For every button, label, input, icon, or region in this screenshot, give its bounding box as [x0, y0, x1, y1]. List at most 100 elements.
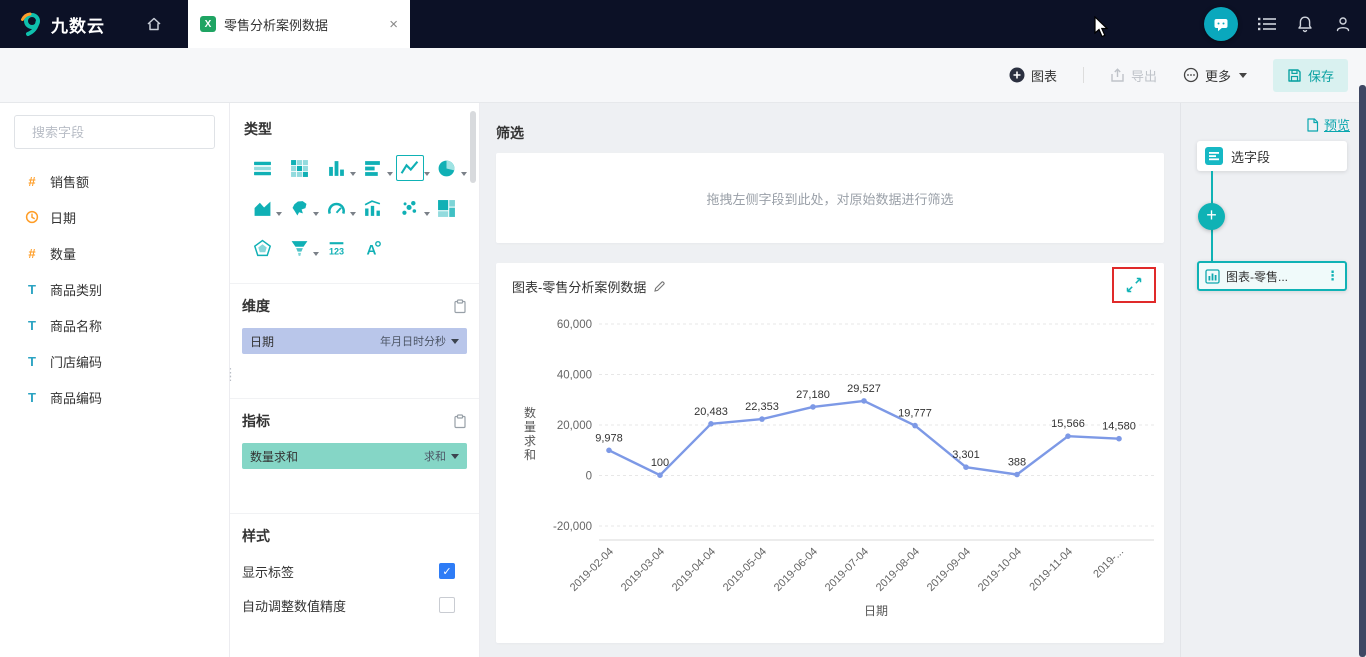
field-item[interactable]: T 门店编码 [0, 343, 229, 379]
field-item[interactable]: 日期 [0, 199, 229, 235]
style-option-label: 显示标签 [242, 564, 295, 580]
filter-section-title: 筛选 [496, 125, 524, 141]
style-option-checkbox[interactable] [439, 563, 455, 579]
line-chart: 60,000 40,000 20,000 0 -20,000 9,978 100 20,483… [524, 319, 1154, 618]
home-button[interactable] [134, 0, 174, 48]
expand-icon [1126, 277, 1142, 293]
node-menu-icon[interactable]: ⋮ [1326, 268, 1339, 284]
field-item[interactable]: T 商品编码 [0, 379, 229, 415]
export-button[interactable]: 导出 [1110, 66, 1157, 85]
svg-text:求: 求 [524, 434, 536, 448]
sheet-icon: X [200, 16, 216, 32]
more-button[interactable]: 更多 [1183, 66, 1247, 85]
svg-text:2019-...: 2019-... [1091, 546, 1126, 581]
svg-text:2019-08-04: 2019-08-04 [874, 546, 922, 594]
scatter-chart-icon[interactable] [396, 195, 430, 221]
config-scrollbar[interactable] [470, 111, 476, 183]
dimension-field-pill[interactable]: 日期 年月日时分秒 [242, 328, 467, 354]
area-chart-icon[interactable] [248, 195, 283, 221]
chevron-down-icon[interactable] [451, 453, 459, 459]
map-chart-icon[interactable] [285, 195, 320, 221]
support-chat-button[interactable] [1204, 7, 1238, 41]
more-circle-icon [1183, 67, 1199, 83]
field-search-input[interactable] [32, 124, 208, 140]
column-chart-icon[interactable] [322, 155, 357, 181]
toolbar-divider [1082, 67, 1084, 83]
expand-button[interactable] [1125, 276, 1143, 294]
task-list-button[interactable] [1258, 17, 1276, 31]
app-logo[interactable]: 九数云 [0, 11, 128, 37]
pie-chart-icon[interactable] [433, 155, 467, 181]
export-label: 导出 [1130, 68, 1157, 84]
toolbar: 图表 导出 更多 保存 [0, 48, 1366, 103]
measure-field-pill[interactable]: 数量求和 求和 [242, 443, 467, 469]
svg-text:14,580: 14,580 [1102, 421, 1136, 433]
export-icon [1111, 67, 1124, 82]
style-option-checkbox[interactable] [439, 597, 455, 613]
topbar: 九数云 X 零售分析案例数据 × [0, 0, 1366, 48]
svg-text:数: 数 [524, 405, 536, 420]
gauge-chart-icon[interactable] [322, 195, 357, 221]
select-fields-icon [1205, 147, 1223, 165]
chart-config-panel: 类型 123 A 维度 日期 年月日时分秒 指标 数量求和 求和 样式 显示标签… [230, 103, 480, 657]
user-icon [1336, 17, 1350, 32]
svg-text:19,777: 19,777 [898, 408, 932, 420]
notification-button[interactable] [1296, 15, 1314, 33]
field-item[interactable]: T 商品名称 [0, 307, 229, 343]
node-chart-selected[interactable]: 图表-零售... ⋮ [1197, 261, 1347, 291]
chart-card: 图表-零售分析案例数据 60,000 40,000 20,000 0 -20,000 9,… [496, 263, 1164, 643]
field-item[interactable]: T 商品类别 [0, 271, 229, 307]
node-select-fields[interactable]: 选字段 [1197, 141, 1347, 171]
tab-close-icon[interactable]: × [389, 17, 398, 32]
save-button[interactable]: 保存 [1272, 58, 1348, 92]
account-button[interactable] [1334, 15, 1352, 33]
add-chart-button[interactable]: 图表 [1009, 66, 1057, 85]
dimension-field-label: 日期 [250, 334, 275, 349]
dropdown-caret-icon [423, 212, 430, 216]
line-chart-icon[interactable] [395, 155, 430, 181]
edit-pencil-icon[interactable] [653, 280, 666, 293]
svg-text:2019-03-04: 2019-03-04 [619, 546, 667, 594]
field-label: 门店编码 [50, 354, 103, 370]
treemap-chart-icon[interactable] [433, 195, 461, 221]
svg-text:22,353: 22,353 [745, 401, 779, 413]
chevron-down-icon[interactable] [451, 338, 459, 344]
page-scrollbar[interactable] [1359, 85, 1366, 657]
style-options-list: 显示标签自动调整数值精度 [242, 554, 467, 622]
field-label: 商品类别 [50, 282, 103, 298]
dropdown-caret-icon [460, 172, 467, 176]
field-item[interactable]: # 销售额 [0, 163, 229, 199]
type-section: 类型 123 A [230, 103, 479, 261]
combo-chart-icon[interactable] [359, 195, 387, 221]
field-item[interactable]: # 数量 [0, 235, 229, 271]
clipboard-icon[interactable] [453, 298, 467, 314]
dropdown-caret-icon [350, 212, 357, 216]
filter-hint-text: 拖拽左侧字段到此处，对原始数据进行筛选 [706, 191, 954, 207]
chevron-down-icon [1238, 72, 1247, 78]
svg-text:27,180: 27,180 [796, 389, 830, 401]
logo-text: 九数云 [51, 16, 105, 36]
dropdown-caret-icon [276, 212, 283, 216]
group-table-icon[interactable] [248, 155, 276, 181]
field-label: 日期 [50, 210, 77, 226]
clipboard-icon[interactable] [453, 413, 467, 429]
preview-doc-icon [1307, 117, 1319, 132]
document-tab[interactable]: X 零售分析案例数据 × [188, 0, 410, 48]
kpi-card-icon[interactable]: 123 [322, 235, 350, 261]
wordcloud-icon[interactable]: A [359, 235, 387, 261]
funnel-chart-icon[interactable] [285, 235, 320, 261]
svg-text:2019-07-04: 2019-07-04 [823, 546, 871, 594]
filter-dropzone[interactable]: 拖拽左侧字段到此处，对原始数据进行筛选 [496, 153, 1164, 243]
text-field-icon: T [28, 389, 36, 405]
chart-type-grid: 123 A [244, 155, 467, 261]
cross-table-icon[interactable] [285, 155, 313, 181]
save-label: 保存 [1307, 68, 1334, 84]
preview-link[interactable]: 预览 [1306, 115, 1350, 134]
svg-text:和: 和 [524, 448, 536, 462]
radar-chart-icon[interactable] [248, 235, 276, 261]
bar-chart-icon[interactable] [359, 155, 393, 181]
chart-card-title: 图表-零售分析案例数据 [512, 280, 647, 295]
dropdown-caret-icon [313, 252, 320, 256]
panel-resize-handle[interactable]: ⋮ ⋮ [225, 368, 236, 383]
add-node-button[interactable]: + [1198, 203, 1225, 230]
